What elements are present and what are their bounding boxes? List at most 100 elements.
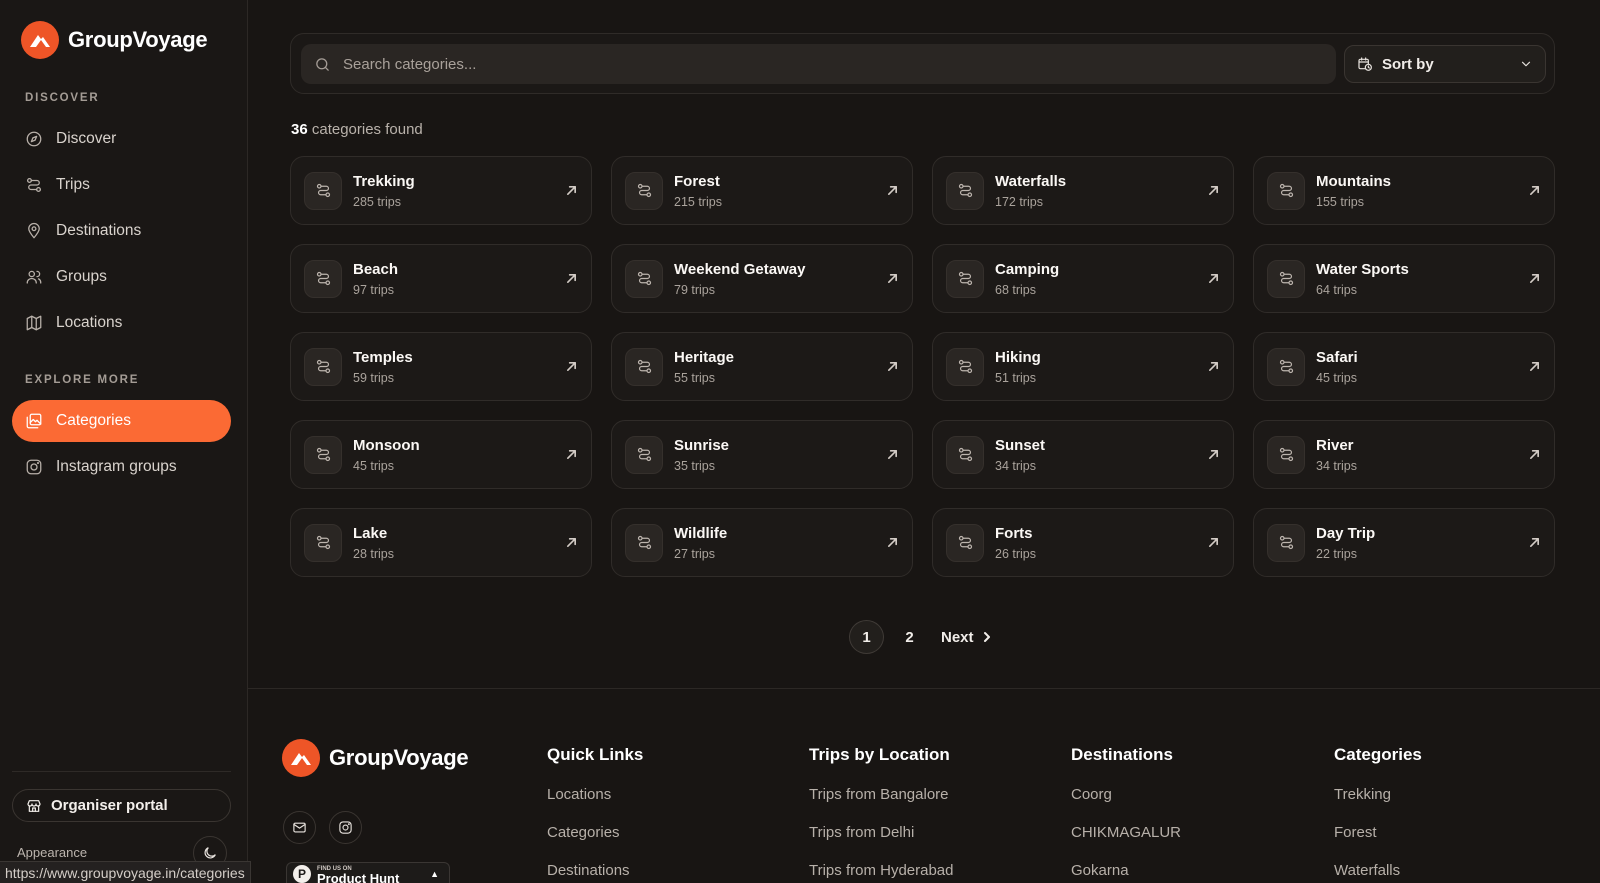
sidebar-item-label: Instagram groups — [56, 458, 177, 475]
brand-logo[interactable]: GroupVoyage — [21, 21, 208, 59]
search-input[interactable] — [343, 55, 1293, 73]
route-icon — [316, 535, 330, 550]
category-name: Sunrise — [674, 437, 730, 454]
category-card-heritage[interactable]: Heritage 55 trips — [611, 332, 913, 401]
category-card-camping[interactable]: Camping 68 trips — [932, 244, 1234, 313]
footer-column-title: Trips by Location — [809, 745, 950, 764]
category-name: Trekking — [353, 173, 415, 190]
category-name: Mountains — [1316, 173, 1391, 190]
category-card-safari[interactable]: Safari 45 trips — [1253, 332, 1555, 401]
arrow-up-right-icon — [567, 362, 576, 371]
category-icon — [625, 259, 663, 298]
sidebar-item-categories[interactable]: Categories — [12, 400, 231, 442]
sidebar-item-locations[interactable]: Locations — [12, 302, 231, 344]
category-card-trekking[interactable]: Trekking 285 trips — [290, 156, 592, 225]
category-card-forest[interactable]: Forest 215 trips — [611, 156, 913, 225]
footer-column-title: Destinations — [1071, 745, 1174, 764]
sidebar-item-destinations[interactable]: Destinations — [12, 210, 231, 252]
footer-link[interactable]: Trips from Hyderabad — [809, 862, 954, 883]
category-icon — [1267, 435, 1305, 474]
results-count: 36 categories found — [291, 121, 423, 138]
category-icon — [625, 347, 663, 386]
category-name: Beach — [353, 261, 399, 278]
category-card-mountains[interactable]: Mountains 155 trips — [1253, 156, 1555, 225]
next-page-button[interactable]: Next — [941, 629, 993, 646]
category-card-weekend-getaway[interactable]: Weekend Getaway 79 trips — [611, 244, 913, 313]
results-count-number: 36 — [291, 121, 308, 138]
category-trip-count: 172 trips — [995, 195, 1043, 209]
footer-link[interactable]: Coorg — [1071, 786, 1181, 824]
footer-link[interactable]: Forest — [1334, 824, 1422, 862]
category-name: Camping — [995, 261, 1060, 278]
category-card-water-sports[interactable]: Water Sports 64 trips — [1253, 244, 1555, 313]
footer-link[interactable]: Locations — [547, 786, 643, 824]
category-icon — [304, 259, 342, 298]
footer-link[interactable]: Categories — [547, 824, 643, 862]
footer-column-categories: Categories Trekking Forest Waterfalls — [1334, 745, 1422, 883]
chevron-down-icon — [1521, 61, 1531, 67]
results-count-suffix: categories found — [307, 121, 423, 138]
category-card-lake[interactable]: Lake 28 trips — [290, 508, 592, 577]
category-card-day-trip[interactable]: Day Trip 22 trips — [1253, 508, 1555, 577]
page-1-button[interactable]: 1 — [849, 620, 884, 654]
instagram-button[interactable] — [329, 811, 362, 844]
category-trip-count: 51 trips — [995, 371, 1036, 385]
category-card-forts[interactable]: Forts 26 trips — [932, 508, 1234, 577]
sidebar-item-discover[interactable]: Discover — [12, 118, 231, 160]
arrow-up-right-icon — [567, 450, 576, 459]
category-card-sunrise[interactable]: Sunrise 35 trips — [611, 420, 913, 489]
route-icon — [1279, 535, 1293, 550]
status-bar-url: https://www.groupvoyage.in/categories — [0, 861, 251, 883]
sidebar-item-label: Groups — [56, 268, 107, 285]
search-panel: Sort by — [290, 33, 1555, 94]
category-trip-count: 34 trips — [995, 459, 1036, 473]
category-card-hiking[interactable]: Hiking 51 trips — [932, 332, 1234, 401]
category-card-wildlife[interactable]: Wildlife 27 trips — [611, 508, 913, 577]
footer-link[interactable]: Destinations — [547, 862, 643, 883]
arrow-up-right-icon — [888, 450, 897, 459]
footer-brand-logo[interactable]: GroupVoyage — [282, 739, 469, 777]
route-icon — [958, 535, 972, 550]
sidebar: GroupVoyage DISCOVER Discover Trips Dest… — [0, 0, 248, 883]
route-icon — [958, 359, 972, 374]
map-icon — [26, 315, 42, 331]
footer-column-trips-by-location: Trips by Location Trips from Bangalore T… — [809, 745, 954, 883]
sidebar-item-groups[interactable]: Groups — [12, 256, 231, 298]
search-box[interactable] — [301, 44, 1336, 84]
pagination: 1 2 Next — [849, 620, 993, 654]
footer-column-quick-links: Quick Links Locations Categories Destina… — [547, 745, 643, 883]
footer-link[interactable]: Trekking — [1334, 786, 1422, 824]
category-name: Weekend Getaway — [674, 261, 806, 278]
footer-link[interactable]: Waterfalls — [1334, 862, 1422, 883]
page-2-button[interactable]: 2 — [892, 620, 927, 654]
organiser-portal-label: Organiser portal — [51, 797, 168, 814]
category-card-sunset[interactable]: Sunset 34 trips — [932, 420, 1234, 489]
category-card-monsoon[interactable]: Monsoon 45 trips — [290, 420, 592, 489]
instagram-icon — [339, 821, 352, 834]
category-card-waterfalls[interactable]: Waterfalls 172 trips — [932, 156, 1234, 225]
arrow-up-right-icon — [888, 538, 897, 547]
category-card-river[interactable]: River 34 trips — [1253, 420, 1555, 489]
footer-link[interactable]: Gokarna — [1071, 862, 1181, 883]
sidebar-item-trips[interactable]: Trips — [12, 164, 231, 206]
category-icon — [304, 435, 342, 474]
organiser-portal-button[interactable]: Organiser portal — [12, 789, 231, 822]
product-hunt-badge[interactable]: P FIND US ON Product Hunt ▲ — [286, 862, 450, 883]
footer-link[interactable]: Trips from Delhi — [809, 824, 954, 862]
arrow-up-right-icon — [567, 538, 576, 547]
arrow-up-right-icon — [1530, 274, 1539, 283]
explore-section-label: EXPLORE MORE — [25, 374, 140, 386]
footer-link[interactable]: Trips from Bangalore — [809, 786, 954, 824]
footer-divider — [248, 688, 1600, 689]
sort-dropdown[interactable]: Sort by — [1344, 45, 1546, 83]
email-button[interactable] — [283, 811, 316, 844]
category-icon — [1267, 523, 1305, 562]
route-icon — [637, 447, 651, 462]
sidebar-item-label: Destinations — [56, 222, 142, 239]
category-card-temples[interactable]: Temples 59 trips — [290, 332, 592, 401]
category-card-beach[interactable]: Beach 97 trips — [290, 244, 592, 313]
category-name: Temples — [353, 349, 413, 366]
footer-link[interactable]: CHIKMAGALUR — [1071, 824, 1181, 862]
category-trip-count: 35 trips — [674, 459, 715, 473]
sidebar-item-instagram-groups[interactable]: Instagram groups — [12, 446, 231, 488]
